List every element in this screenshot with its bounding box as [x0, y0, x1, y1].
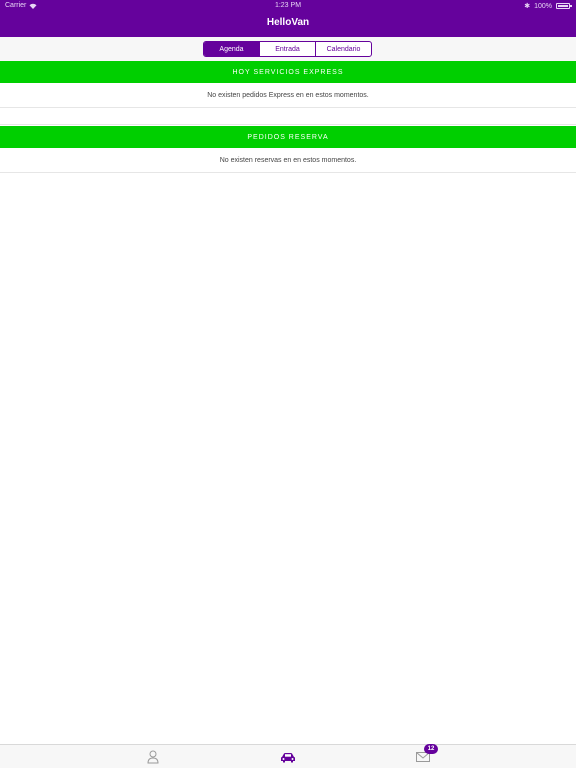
section-divider [0, 124, 576, 125]
tab-services[interactable] [258, 745, 318, 768]
segment-calendario[interactable]: Calendario [316, 42, 371, 56]
user-icon [147, 750, 159, 764]
tab-profile[interactable] [123, 745, 183, 768]
tab-bar: 12 [0, 744, 576, 768]
status-time: 1:23 PM [274, 2, 302, 9]
tab-messages[interactable]: 12 [393, 744, 453, 768]
battery-icon [556, 3, 572, 9]
reserva-empty-message: No existen reservas en en estos momentos… [0, 149, 576, 173]
navigation-bar: Carrier 1:23 PM ✱ 100% HelloVan [0, 0, 576, 37]
status-bar: Carrier 1:23 PM ✱ 100% [0, 0, 576, 12]
segmented-control: Agenda Entrada Calendario [203, 41, 372, 57]
segment-entrada[interactable]: Entrada [260, 42, 316, 56]
reserva-section-header: PEDIDOS RESERVA [0, 126, 576, 148]
status-right: ✱ 100% [524, 2, 572, 10]
segment-agenda[interactable]: Agenda [204, 42, 260, 56]
express-section-header: HOY SERVICIOS EXPRESS [0, 61, 576, 83]
page-title: HelloVan [266, 17, 310, 28]
battery-percent: 100% [534, 2, 552, 10]
express-empty-message: No existen pedidos Express en en estos m… [0, 84, 576, 108]
messages-badge: 12 [424, 744, 438, 754]
segment-bar: Agenda Entrada Calendario [0, 37, 576, 61]
car-icon [281, 752, 295, 762]
bluetooth-icon: ✱ [524, 3, 531, 10]
